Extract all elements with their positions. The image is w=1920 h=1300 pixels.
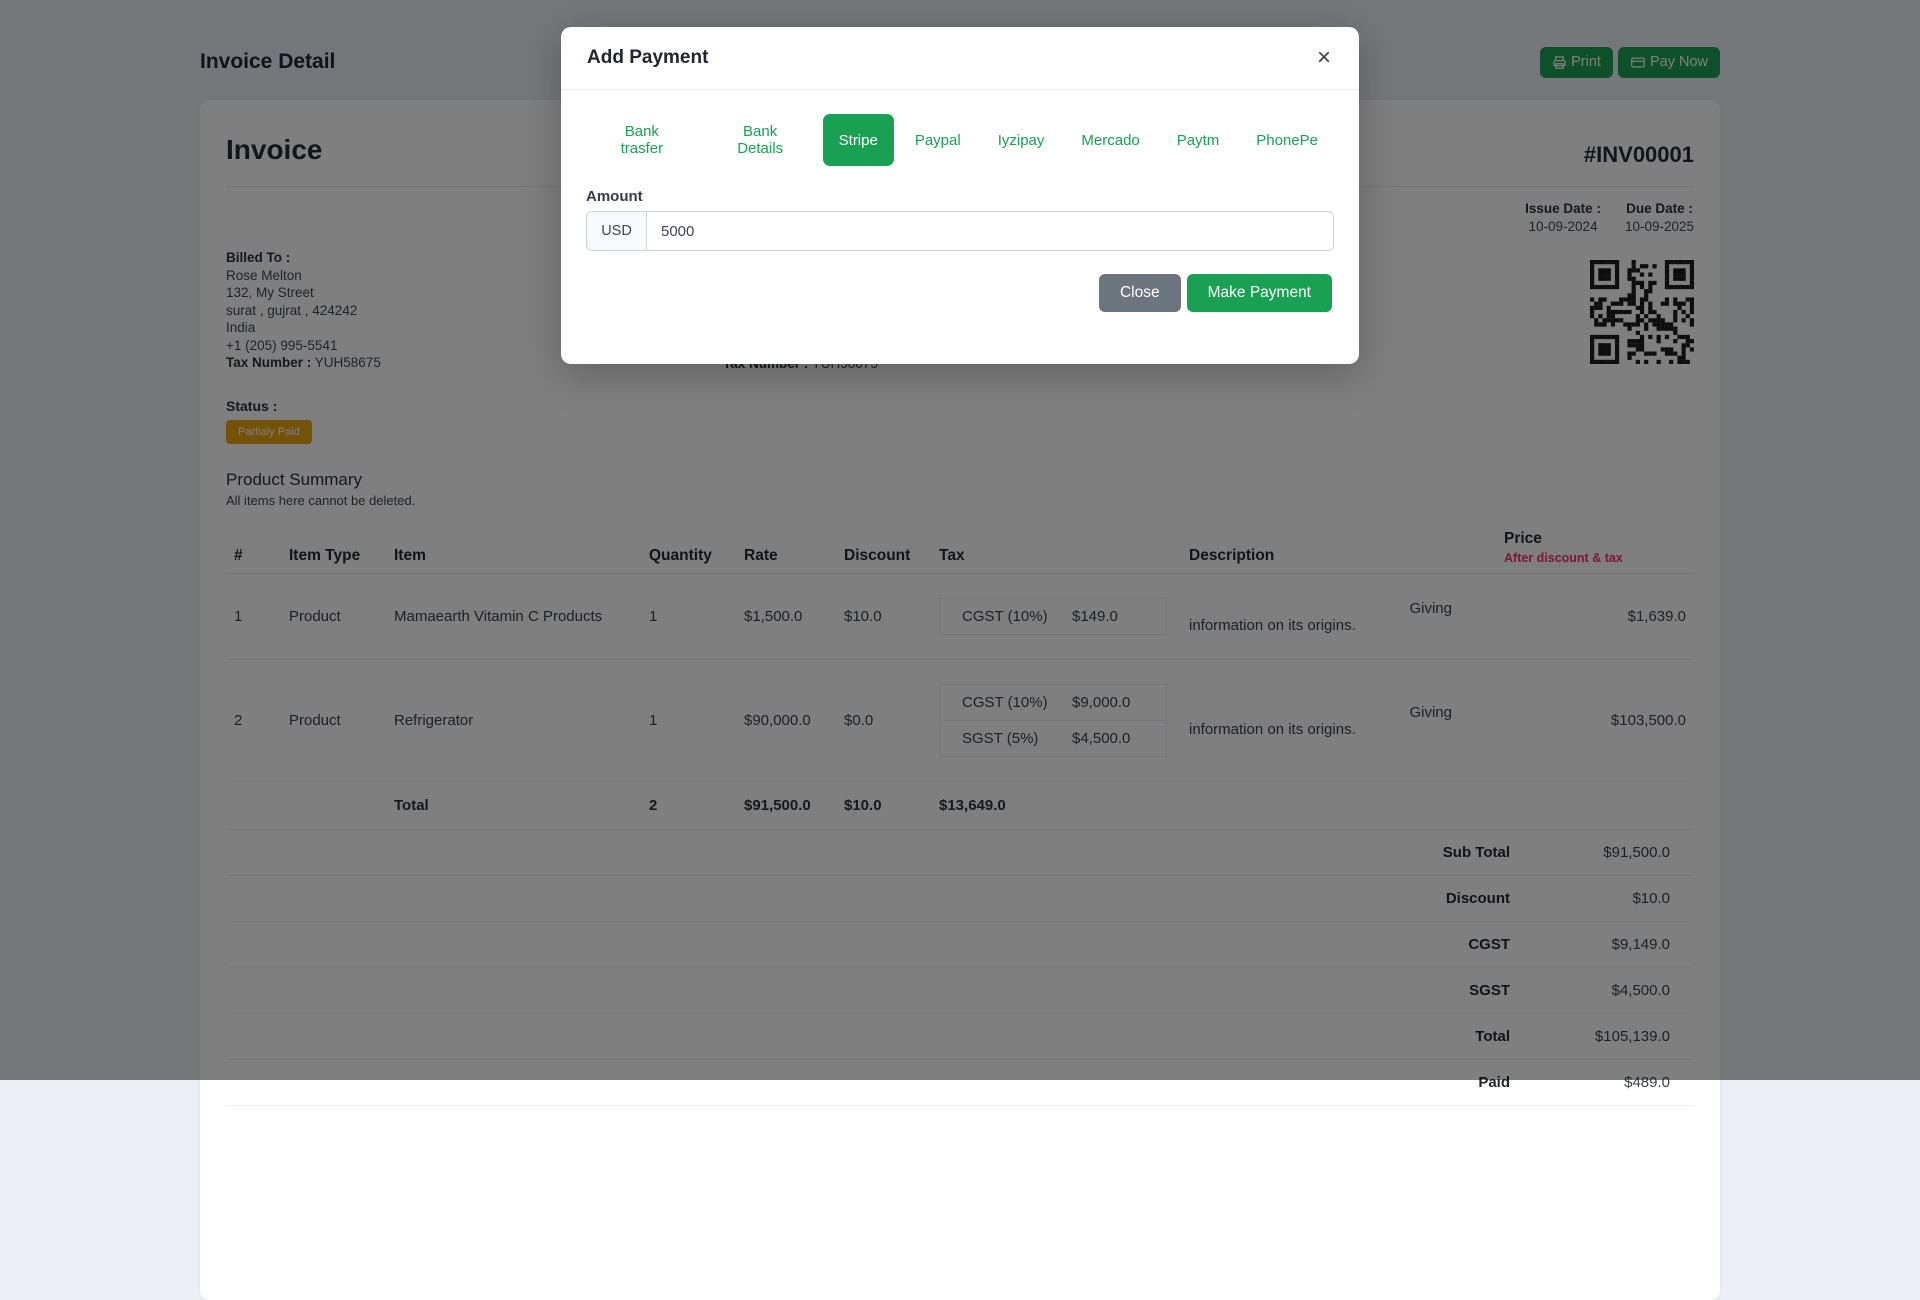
tab-stripe[interactable]: Stripe xyxy=(823,114,894,166)
tab-bank-details[interactable]: Bank Details xyxy=(703,114,818,166)
tab-mercado[interactable]: Mercado xyxy=(1065,114,1155,166)
add-payment-modal: Add Payment × Bank trasfer Bank Details … xyxy=(561,27,1359,364)
currency-prefix: USD xyxy=(586,211,646,251)
close-button[interactable]: Close xyxy=(1099,274,1181,312)
tab-paypal[interactable]: Paypal xyxy=(899,114,977,166)
tab-bank-transfer[interactable]: Bank trasfer xyxy=(586,114,698,166)
modal-footer: Close Make Payment xyxy=(561,251,1359,364)
close-icon[interactable]: × xyxy=(1315,46,1333,70)
amount-input-group: USD xyxy=(586,211,1334,251)
modal-header: Add Payment × xyxy=(561,27,1359,90)
tab-paytm[interactable]: Paytm xyxy=(1161,114,1236,166)
tab-phonepe[interactable]: PhonePe xyxy=(1240,114,1334,166)
modal-body: Bank trasfer Bank Details Stripe Paypal … xyxy=(561,90,1359,251)
payment-method-tabs: Bank trasfer Bank Details Stripe Paypal … xyxy=(586,114,1334,166)
tab-iyzipay[interactable]: Iyzipay xyxy=(982,114,1061,166)
amount-input[interactable] xyxy=(646,211,1334,251)
make-payment-button[interactable]: Make Payment xyxy=(1187,274,1332,312)
amount-label: Amount xyxy=(586,188,1334,205)
modal-title: Add Payment xyxy=(587,47,708,69)
